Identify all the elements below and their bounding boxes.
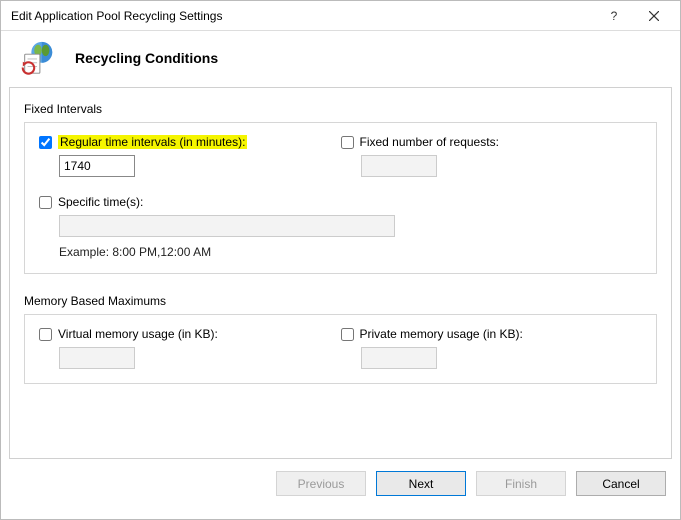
titlebar: Edit Application Pool Recycling Settings… xyxy=(1,1,680,31)
regular-time-label[interactable]: Regular time intervals (in minutes): xyxy=(58,135,247,149)
content-panel: Fixed Intervals Regular time intervals (… xyxy=(9,87,672,459)
fixed-requests-input xyxy=(361,155,437,177)
help-icon: ? xyxy=(611,9,618,23)
recycle-icon xyxy=(19,39,57,77)
next-button[interactable]: Next xyxy=(376,471,466,496)
virtual-memory-input xyxy=(59,347,135,369)
help-button[interactable]: ? xyxy=(594,2,634,30)
virtual-memory-label[interactable]: Virtual memory usage (in KB): xyxy=(58,327,218,341)
specific-times-label[interactable]: Specific time(s): xyxy=(58,195,143,209)
memory-maximums-group: Memory Based Maximums Virtual memory usa… xyxy=(24,294,657,384)
specific-times-example: Example: 8:00 PM,12:00 AM xyxy=(59,245,642,259)
private-memory-input xyxy=(361,347,437,369)
memory-maximums-legend: Memory Based Maximums xyxy=(24,294,657,308)
page-title: Recycling Conditions xyxy=(75,50,218,66)
cancel-button[interactable]: Cancel xyxy=(576,471,666,496)
finish-button: Finish xyxy=(476,471,566,496)
private-memory-checkbox[interactable] xyxy=(341,328,354,341)
specific-times-checkbox[interactable] xyxy=(39,196,52,209)
fixed-requests-label[interactable]: Fixed number of requests: xyxy=(360,135,499,149)
regular-time-input[interactable] xyxy=(59,155,135,177)
fixed-intervals-group: Fixed Intervals Regular time intervals (… xyxy=(24,102,657,274)
close-button[interactable] xyxy=(634,2,674,30)
fixed-intervals-legend: Fixed Intervals xyxy=(24,102,657,116)
regular-time-checkbox[interactable] xyxy=(39,136,52,149)
specific-times-input xyxy=(59,215,395,237)
fixed-requests-checkbox[interactable] xyxy=(341,136,354,149)
private-memory-label[interactable]: Private memory usage (in KB): xyxy=(360,327,523,341)
dialog-footer: Previous Next Finish Cancel xyxy=(1,459,680,496)
virtual-memory-checkbox[interactable] xyxy=(39,328,52,341)
dialog-header: Recycling Conditions xyxy=(1,31,680,87)
window-title: Edit Application Pool Recycling Settings xyxy=(11,9,594,23)
close-icon xyxy=(649,11,659,21)
previous-button: Previous xyxy=(276,471,366,496)
